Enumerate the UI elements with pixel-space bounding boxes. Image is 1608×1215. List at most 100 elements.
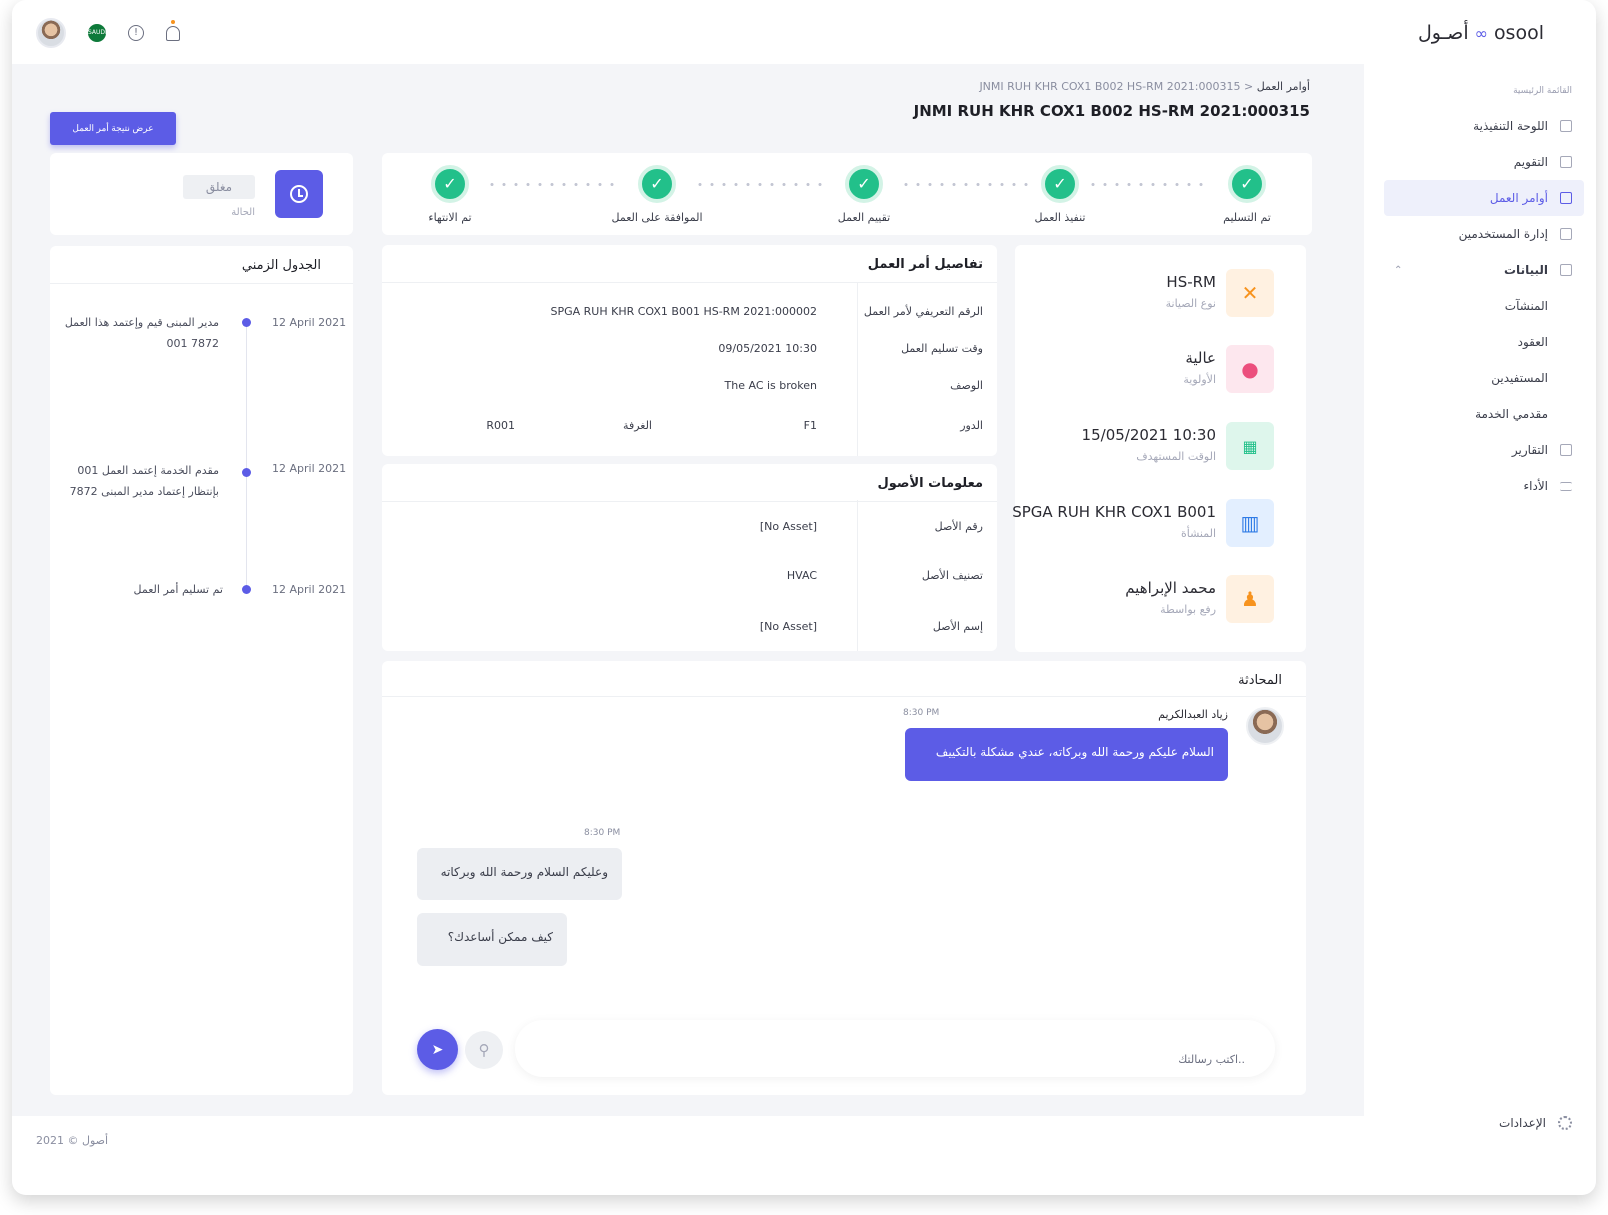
language-flag-icon[interactable]: SAUDI bbox=[88, 24, 107, 42]
sidebar-item-service-providers[interactable]: مقدمي الخدمة bbox=[1384, 396, 1584, 432]
sidebar-menu: اللوحة التنفيذية التقويم أوامر العمل إدا… bbox=[1384, 108, 1584, 504]
sidebar-item-calendar[interactable]: التقويم bbox=[1384, 144, 1584, 180]
sidebar-item-user-management[interactable]: إدارة المستخدمين bbox=[1384, 216, 1584, 252]
breadcrumb-current: JNMI RUH KHR COX1 B002 HS-RM 2021:000315 bbox=[979, 80, 1241, 93]
floor-value: F1 bbox=[803, 419, 817, 432]
sidebar-item-label: العقود bbox=[1517, 335, 1548, 349]
info-value: محمد الإبراهيم bbox=[1125, 579, 1216, 597]
breadcrumb-separator: > bbox=[1243, 80, 1254, 93]
notification-bell-icon[interactable] bbox=[166, 19, 180, 41]
logo-english-text: osool bbox=[1493, 22, 1544, 44]
detail-value: SPGA RUH KHR COX1 B001 HS-RM 2021:000002 bbox=[550, 305, 818, 318]
report-icon bbox=[1560, 444, 1572, 456]
view-work-order-result-button[interactable]: عرض نتيجة أمر العمل bbox=[50, 112, 176, 145]
info-value: 15/05/2021 10:30 bbox=[1081, 426, 1216, 444]
reply-time: 8:30 PM bbox=[584, 828, 621, 838]
room-value: R001 bbox=[486, 419, 515, 432]
priority: ● عالية الأولوية bbox=[1014, 345, 1274, 395]
page-title: JNMI RUH KHR COX1 B002 HS-RM 2021:000315 bbox=[913, 102, 1310, 120]
message-input[interactable] bbox=[515, 1020, 1275, 1077]
asset-label: إسم الأصل bbox=[932, 620, 983, 633]
sidebar-item-label: البيانات bbox=[1504, 263, 1548, 277]
settings-label: الإعدادات bbox=[1499, 1116, 1546, 1130]
timeline-text: مدير المبنى قيم وإعتمد هذا العمل 7872 00… bbox=[64, 316, 219, 350]
sidebar-item-work-orders[interactable]: أوامر العمل bbox=[1384, 180, 1584, 216]
divider bbox=[857, 500, 858, 651]
info-label: رفع بواسطة bbox=[1160, 603, 1216, 616]
user-icon bbox=[1560, 228, 1572, 240]
logo-arabic-text: أصـول bbox=[1418, 22, 1469, 44]
raised-by: ♟ محمد الإبراهيم رفع بواسطة bbox=[1014, 575, 1274, 625]
progress-stepper: ✓ تم التسليم ✓ تنفيذ العمل ✓ تقييم العمل ✓ ا… bbox=[382, 153, 1312, 235]
sidebar-item-label: المنشآت bbox=[1504, 299, 1548, 313]
menu-section-title: القائمة الرئيسية bbox=[1513, 86, 1572, 96]
info-value: SPGA RUH KHR COX1 B001 bbox=[1012, 503, 1216, 521]
top-bar: SAUDI ! bbox=[12, 0, 1364, 64]
check-icon: ✓ bbox=[1228, 165, 1266, 203]
check-icon: ✓ bbox=[1041, 165, 1079, 203]
sidebar-item-dashboard[interactable]: اللوحة التنفيذية bbox=[1384, 108, 1584, 144]
sidebar-item-label: التقارير bbox=[1511, 443, 1548, 457]
step-delivered: ✓ تم التسليم bbox=[1187, 165, 1307, 224]
step-label: الموافقة على العمل bbox=[611, 211, 703, 224]
sidebar-item-label: المستفيدين bbox=[1491, 371, 1548, 385]
step-evaluation: ✓ تقييم العمل bbox=[804, 165, 924, 224]
step-approval: ✓ الموافقة على العمل bbox=[597, 165, 717, 224]
timeline-dot bbox=[242, 468, 251, 477]
info-label: المنشأة bbox=[1180, 527, 1216, 540]
calendar-icon bbox=[1560, 156, 1572, 168]
detail-label: الوصف bbox=[950, 379, 983, 392]
timeline-date: 12 April 2021 bbox=[272, 316, 347, 329]
sidebar-item-performance[interactable]: الأداء bbox=[1384, 468, 1584, 504]
app-logo[interactable]: أصـول ∞ osool bbox=[1418, 22, 1544, 44]
step-completed: ✓ تم الانتهاء bbox=[390, 165, 510, 224]
sidebar-item-label: أوامر العمل bbox=[1489, 191, 1548, 205]
info-value: عالية bbox=[1185, 349, 1216, 367]
asset-label: رقم الأصل bbox=[934, 520, 983, 533]
sidebar-item-settings[interactable]: الإعدادات bbox=[1499, 1116, 1572, 1130]
sidebar-item-reports[interactable]: التقارير bbox=[1384, 432, 1584, 468]
chat-title: المحادثة bbox=[382, 661, 1306, 697]
detail-value: The AC is broken bbox=[724, 379, 817, 392]
status-badge: مغلق bbox=[183, 175, 255, 199]
step-execution: ✓ تنفيذ العمل bbox=[1000, 165, 1120, 224]
footer: أصول © 2021 bbox=[12, 1116, 1364, 1195]
copyright-text: أصول © 2021 bbox=[36, 1134, 109, 1147]
work-order-details-card: تفاصيل أمر العمل الرقم التعريفي لأمر الع… bbox=[382, 245, 997, 456]
gear-icon bbox=[1558, 1116, 1572, 1130]
timeline-line bbox=[246, 320, 247, 590]
details-title: تفاصيل أمر العمل bbox=[382, 245, 997, 283]
timeline-text: مقدم الخدمة إعتمد العمل 001 بإنتظار إعتم… bbox=[69, 464, 219, 498]
timeline-text: تم تسليم أمر العمل bbox=[133, 583, 223, 596]
info-icon[interactable]: ! bbox=[128, 25, 144, 41]
logo-infinity-icon: ∞ bbox=[1474, 23, 1488, 43]
sidebar-item-label: الأداء bbox=[1523, 479, 1549, 493]
detail-label: الرقم التعريفي لأمر العمل bbox=[863, 305, 983, 318]
timeline-dot bbox=[242, 585, 251, 594]
info-label: الأولوية bbox=[1183, 373, 1216, 386]
user-avatar[interactable] bbox=[36, 18, 66, 48]
sidebar-item-data[interactable]: ⌃ البيانات bbox=[1384, 252, 1584, 288]
workorder-icon bbox=[1560, 192, 1572, 204]
chat-card: المحادثة زياد العبدالكريم 8:30 PM السلام… bbox=[382, 661, 1306, 1095]
info-label: الوقت المستهدف bbox=[1136, 450, 1216, 463]
sidebar-item-contracts[interactable]: العقود bbox=[1384, 324, 1584, 360]
status-label: الحالة bbox=[231, 207, 255, 218]
sent-message-bubble: السلام عليكم ورحمة الله وبركاته، عندي مش… bbox=[905, 728, 1228, 781]
attach-paperclip-icon[interactable]: ⚲ bbox=[465, 1031, 503, 1069]
asset-value: [No Asset] bbox=[759, 520, 817, 533]
sidebar-item-label: إدارة المستخدمين bbox=[1458, 227, 1548, 241]
breadcrumb-parent[interactable]: أوامر العمل bbox=[1257, 80, 1310, 93]
timeline-dot bbox=[242, 318, 251, 327]
sidebar-item-beneficiaries[interactable]: المستفيدين bbox=[1384, 360, 1584, 396]
info-label: نوع الصيانة bbox=[1165, 297, 1216, 310]
divider bbox=[857, 283, 858, 456]
asset-value: [No Asset] bbox=[759, 620, 817, 633]
sidebar-item-facilities[interactable]: المنشآت bbox=[1384, 288, 1584, 324]
detail-label: وقت تسليم العمل bbox=[901, 342, 983, 355]
send-icon[interactable]: ➤ bbox=[417, 1029, 458, 1070]
sidebar-item-label: مقدمي الخدمة bbox=[1475, 407, 1548, 421]
detail-label: الدور bbox=[960, 419, 983, 432]
performance-icon bbox=[1560, 481, 1572, 491]
data-icon bbox=[1560, 264, 1572, 276]
